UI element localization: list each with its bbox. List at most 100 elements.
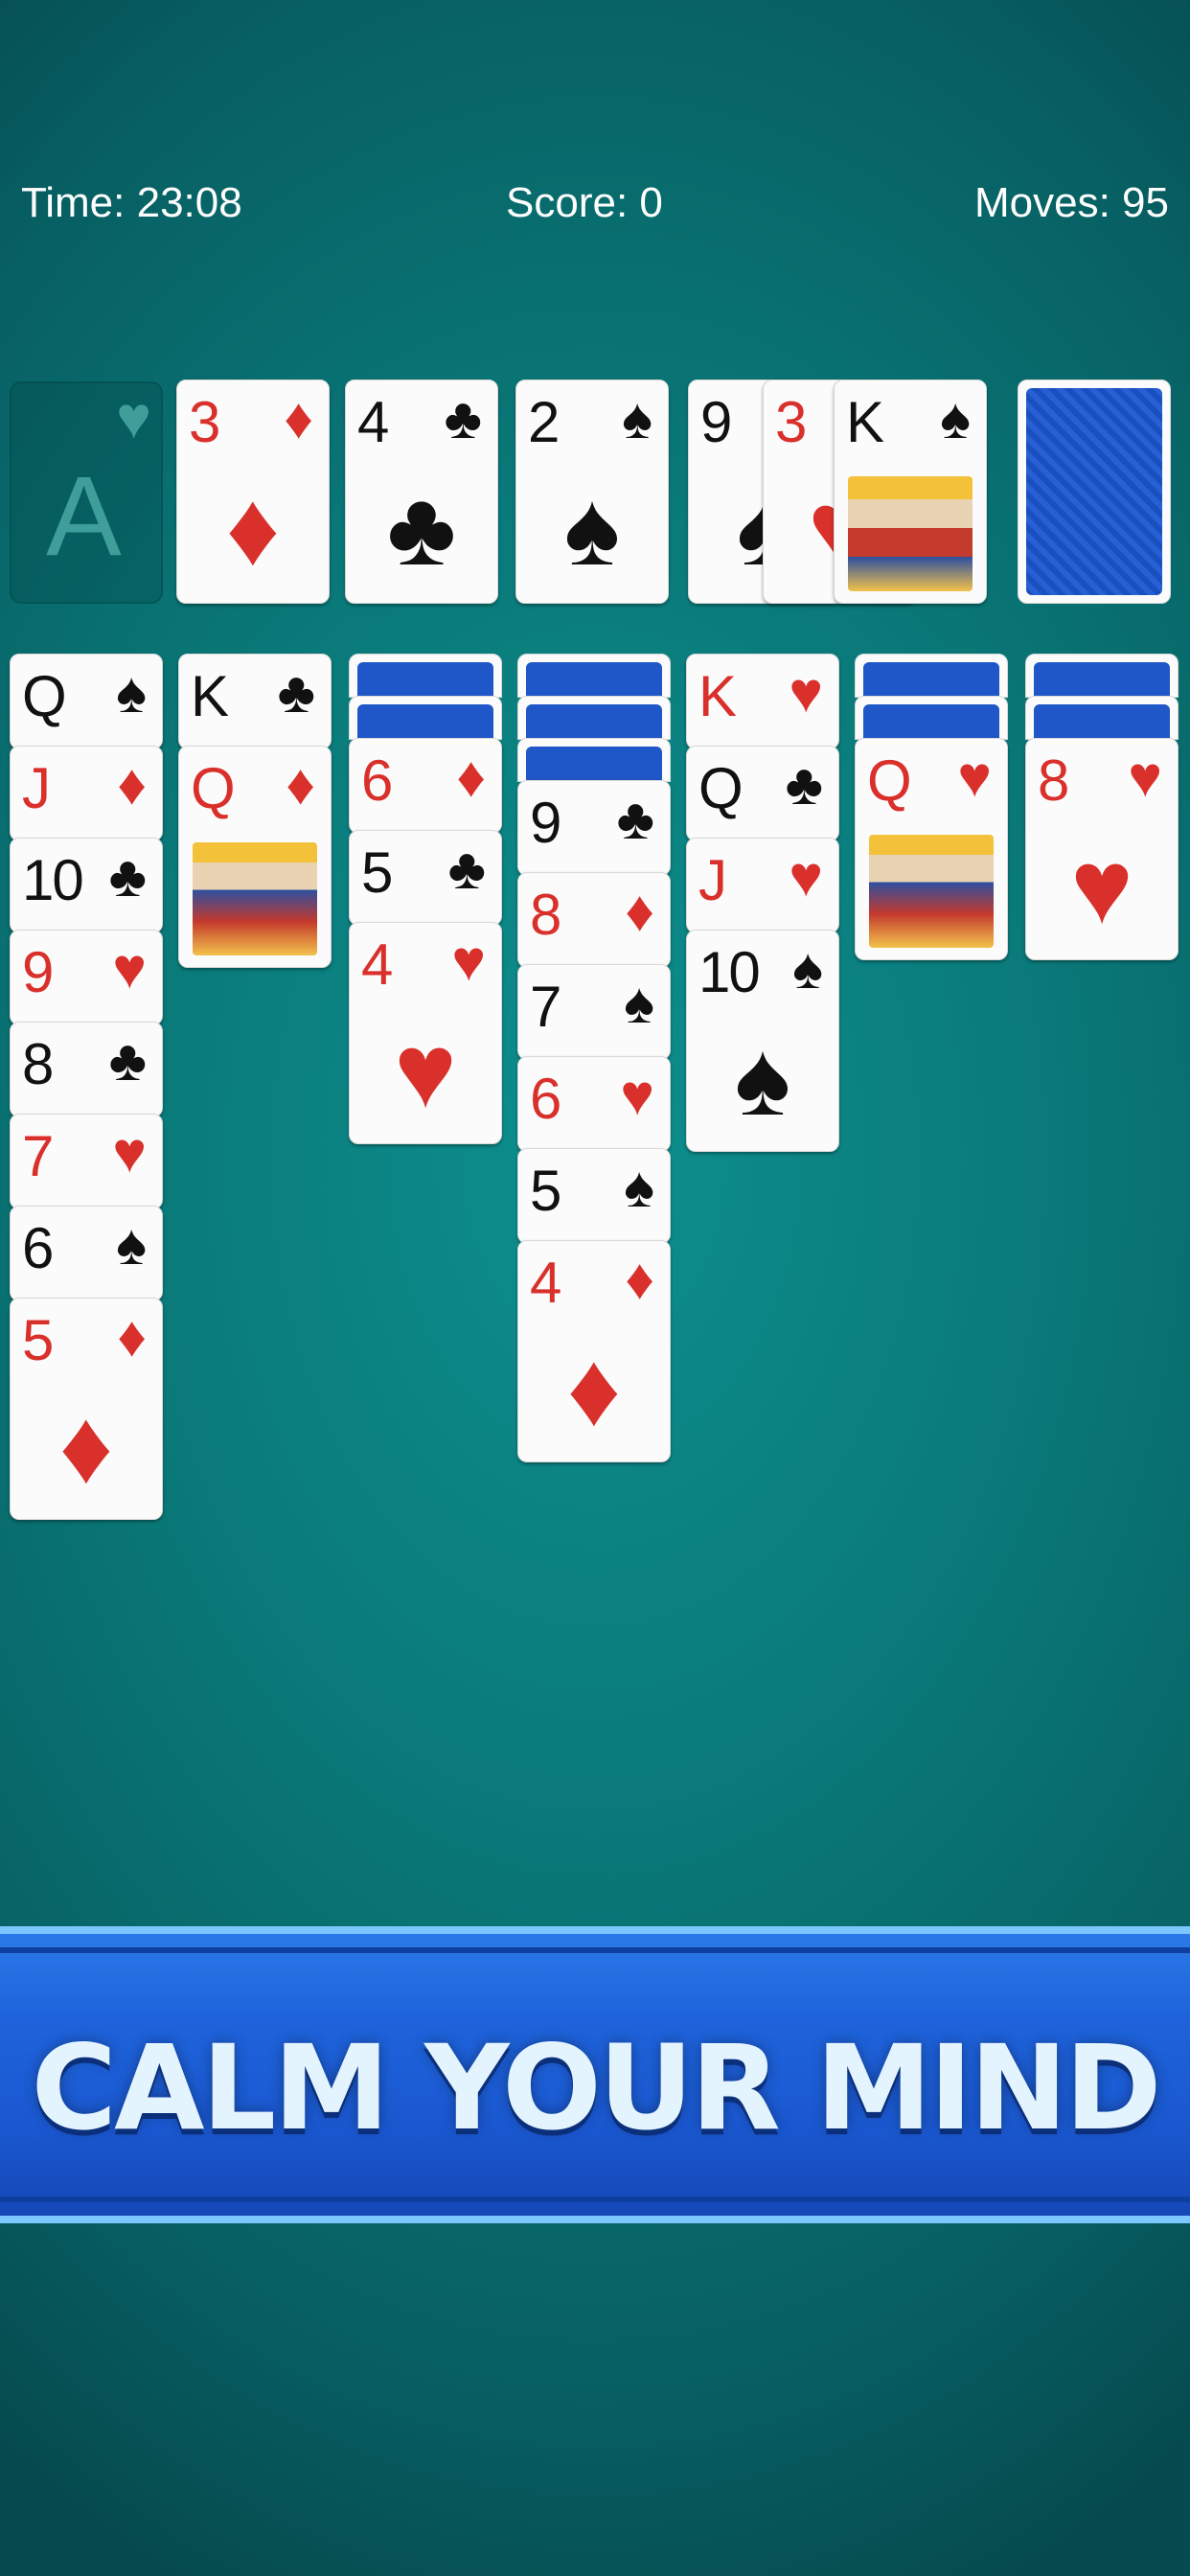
card-suit-icon: ♣ [108,1028,147,1092]
promo-banner: CALM YOUR MIND [0,1926,1190,2223]
playing-card[interactable]: Q ♠ [10,654,163,749]
card-suit-icon: ♥ [112,936,147,1000]
card-suit-icon: ♣ [447,837,486,901]
king-portrait [848,476,973,591]
card-rank: Q [22,664,67,728]
playing-card[interactable]: 8 ♣ [10,1022,163,1117]
score-label: Score: 0 [506,182,663,224]
playing-card[interactable]: Q ♦ [178,746,332,968]
score-text: Score: 0 [506,179,663,226]
facedown-card [517,738,671,782]
card-suit-icon: ♠ [116,1212,147,1276]
playing-card[interactable]: 5 ♠ [517,1148,671,1244]
card-rank: 3 [189,390,220,454]
facedown-card [855,654,1008,698]
card-center-suit-icon: ♥ [1070,828,1133,946]
facedown-card [517,654,671,698]
playing-card[interactable]: 8 ♦ [517,872,671,968]
card-suit-icon: ♣ [277,660,315,724]
card-center-suit-icon: ♦ [58,1388,114,1506]
playing-card[interactable]: 10 ♠ ♠ [686,930,839,1152]
playing-card[interactable]: 4 ♥ ♥ [349,922,502,1144]
card-rank: 6 [361,748,393,813]
card-suit-icon: ♠ [116,660,147,724]
card-rank: 7 [530,975,561,1039]
moves-label: Moves: 95 [974,182,1169,224]
card-rank: 9 [22,940,54,1004]
playing-card[interactable]: 7 ♥ [10,1114,163,1209]
playing-card[interactable]: Q ♥ [855,738,1008,960]
card-suit-icon: ♠ [624,1155,654,1219]
card-suit-icon: ♥ [1128,745,1162,809]
playing-card[interactable]: 9 ♥ [10,930,163,1025]
card-suit-icon: ♦ [456,745,486,809]
playing-card[interactable]: 3 ♦ ♦ [176,380,330,604]
card-rank: 9 [700,390,732,454]
card-rank: 10 [698,940,761,1004]
card-center-suit-icon: ♥ [394,1012,457,1130]
card-suit-icon: ♦ [117,752,147,816]
card-suit-icon: ♠ [624,971,654,1035]
card-center-suit-icon: ♠ [734,1020,791,1138]
stock-pile[interactable] [1018,380,1171,604]
playing-card[interactable]: 6 ♠ [10,1206,163,1301]
facedown-card [1025,654,1179,698]
timer-label: Time: 23:08 [21,182,242,224]
playing-card[interactable]: K ♥ [686,654,839,749]
card-suit-icon: ♣ [108,844,147,908]
playing-card[interactable]: K ♠ [834,380,987,604]
foundation-placeholder-rank: A [46,453,122,580]
card-rank: 4 [361,932,393,997]
heart-icon: ♥ [116,385,151,451]
card-center-suit-icon: ♣ [386,470,457,587]
card-suit-icon: ♣ [785,752,823,816]
card-rank: 6 [22,1216,54,1280]
card-rank: K [698,664,737,728]
card-rank: J [22,756,51,820]
card-center-suit-icon: ♦ [566,1330,622,1448]
moves-text: Moves: 95 [974,179,1169,226]
card-rank: Q [867,748,912,813]
card-rank: 5 [361,840,393,905]
card-rank: 4 [357,390,389,454]
card-suit-icon: ♥ [789,844,823,908]
card-center-suit-icon: ♦ [225,470,281,587]
banner-title: CALM YOUR MIND [31,2020,1162,2156]
card-rank: 8 [22,1032,54,1096]
card-rank: Q [698,756,744,820]
card-rank: Q [191,756,236,820]
foundation-slot-hearts[interactable]: A ♥ [10,381,163,604]
card-suit-icon: ♥ [957,745,992,809]
playing-card[interactable]: 5 ♣ [349,830,502,926]
card-suit-icon: ♦ [286,752,315,816]
facedown-card [517,696,671,740]
playing-card[interactable]: 8 ♥ ♥ [1025,738,1179,960]
card-suit-icon: ♦ [284,386,313,450]
playing-card[interactable]: 9 ♣ [517,780,671,876]
playing-card[interactable]: 7 ♠ [517,964,671,1060]
facedown-card [855,696,1008,740]
card-rank: 5 [22,1308,54,1372]
playing-card[interactable]: J ♦ [10,746,163,841]
playing-card[interactable]: 6 ♦ [349,738,502,834]
card-rank: 3 [775,390,807,454]
playing-card[interactable]: 2 ♠ ♠ [515,380,669,604]
playing-card[interactable]: 10 ♣ [10,838,163,933]
playing-card[interactable]: J ♥ [686,838,839,933]
card-suit-icon: ♥ [112,1120,147,1184]
playing-card[interactable]: 6 ♥ [517,1056,671,1152]
card-rank: 4 [530,1251,561,1315]
playing-card[interactable]: K ♣ [178,654,332,749]
card-suit-icon: ♣ [616,787,654,851]
playing-card[interactable]: 5 ♦ ♦ [10,1298,163,1520]
card-rank: 6 [530,1067,561,1131]
card-rank: K [191,664,229,728]
playing-card[interactable]: Q ♣ [686,746,839,841]
card-rank: 10 [22,848,84,912]
card-suit-icon: ♥ [789,660,823,724]
playing-card[interactable]: 4 ♣ ♣ [345,380,498,604]
card-rank: 2 [528,390,560,454]
playing-card[interactable]: 4 ♦ ♦ [517,1240,671,1462]
card-suit-icon: ♠ [792,936,823,1000]
card-suit-icon: ♥ [620,1063,654,1127]
